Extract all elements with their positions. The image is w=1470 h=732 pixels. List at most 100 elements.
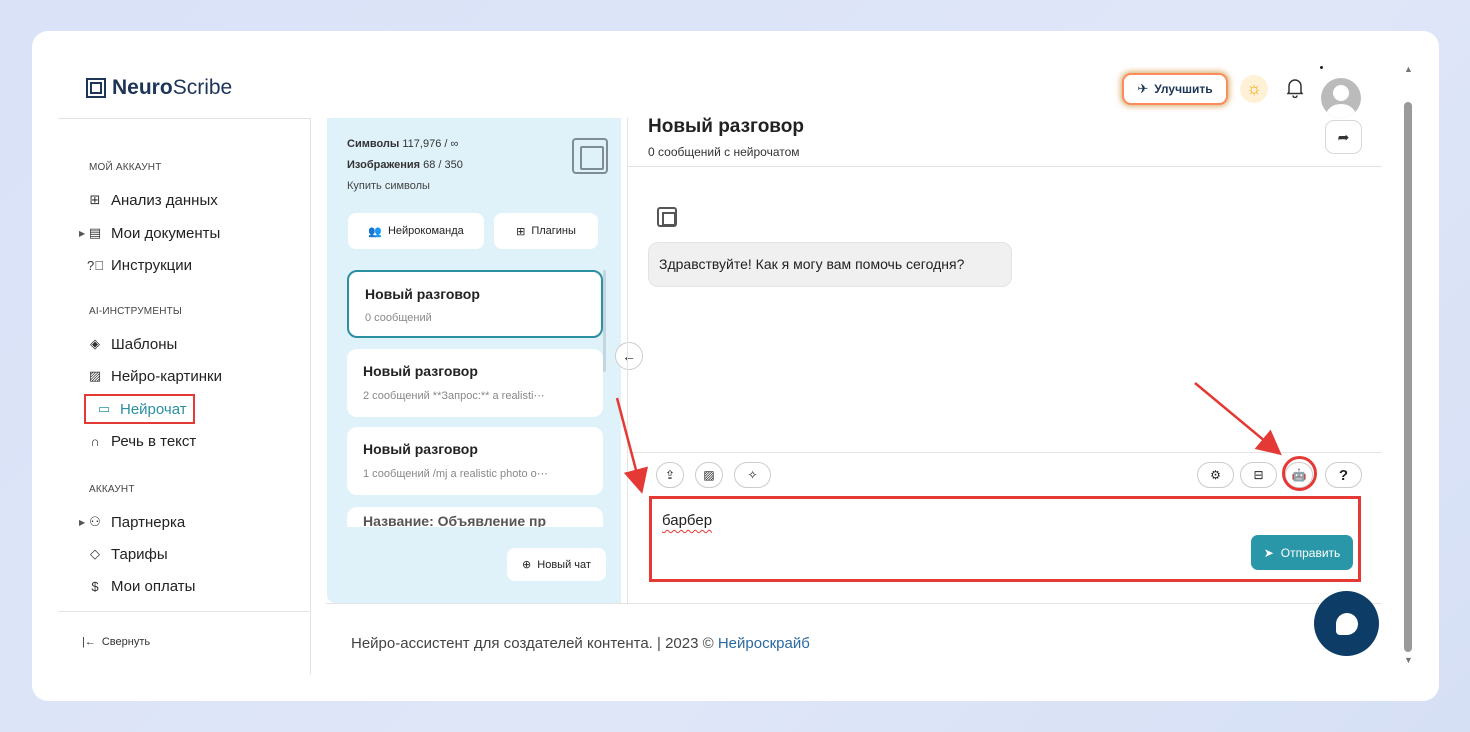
brand-name-light: Scribe: [172, 76, 233, 99]
chat-bottom-divider: [326, 603, 1382, 604]
sidebar-divider: [310, 118, 311, 674]
help-button[interactable]: ?: [1325, 462, 1362, 488]
image-upload-icon[interactable]: ▨: [695, 462, 723, 488]
help-circle-icon: ?⃝: [87, 257, 104, 273]
sidebar-item-neurochat[interactable]: ▭ Нейрочат: [84, 394, 195, 424]
symbols-label: Символы: [347, 138, 400, 150]
chat-title: Название: Объявление пр: [363, 513, 547, 527]
chat-header-title: Новый разговор: [648, 116, 804, 137]
caret-right-icon: ▶: [79, 228, 86, 238]
menu-dot: [1320, 66, 1323, 69]
collapse-sidebar-button[interactable]: |← Свернуть: [82, 636, 150, 648]
upgrade-button-label: Улучшить: [1154, 82, 1213, 96]
sidebar-item-my-documents[interactable]: ▶ ▤ Мои документы: [79, 219, 224, 247]
sidebar-item-label: Речь в текст: [111, 432, 197, 450]
collapse-panel-arrow-icon[interactable]: ←: [615, 342, 643, 370]
dollar-icon: $: [91, 578, 99, 594]
app-logo[interactable]: NeuroScribe: [86, 76, 232, 100]
template-layout-icon[interactable]: ⊟: [1240, 462, 1277, 488]
grid-icon: ⊞: [516, 225, 526, 238]
sidebar-item-label: Мои документы: [111, 224, 221, 242]
rocket-icon: ✈: [1137, 81, 1149, 96]
images-stat: Изображения 68 / 350: [347, 159, 463, 171]
upgrade-button[interactable]: ✈ Улучшить: [1122, 73, 1228, 105]
symbols-value: 117,976 / ∞: [402, 138, 459, 150]
chat-title: Новый разговор: [365, 286, 480, 302]
sidebar-item-tariffs[interactable]: ◇ Тарифы: [83, 540, 172, 568]
chat-icon: ▭: [97, 401, 111, 416]
chats-panel-scrollbar[interactable]: [603, 270, 606, 372]
collapse-left-icon: |←: [82, 636, 96, 648]
footer-text: Нейро-ассистент для создателей контента.…: [351, 635, 718, 652]
section-title-ai-tools: AI-ИНСТРУМЕНТЫ: [89, 306, 182, 317]
plugins-button[interactable]: ⊞ Плагины: [494, 213, 598, 249]
toolbar-divider: [628, 452, 1382, 453]
settings-gear-icon[interactable]: ⚙: [1197, 462, 1234, 488]
send-button[interactable]: ➤ Отправить: [1251, 535, 1353, 570]
users-icon: ⚇: [89, 514, 101, 529]
plus-circle-icon: ⊕: [522, 559, 532, 571]
sidebar-item-my-payments[interactable]: $ Мои оплаты: [83, 572, 199, 600]
plugins-button-label: Плагины: [531, 225, 576, 237]
upload-file-icon[interactable]: ⇪: [656, 462, 684, 488]
sidebar-header-divider: [58, 118, 310, 119]
scroll-down-arrow-icon[interactable]: ▼: [1404, 655, 1413, 665]
panel-logo-icon: [572, 138, 608, 174]
buy-symbols-link[interactable]: Купить символы: [347, 180, 430, 192]
chat-list-item[interactable]: Новый разговор 2 сообщений **Запрос:** a…: [347, 349, 603, 417]
sidebar-item-label: Шаблоны: [111, 335, 178, 353]
chat-header-divider: [628, 166, 1382, 167]
support-chat-fab[interactable]: [1314, 591, 1379, 656]
page-scrollbar-thumb[interactable]: [1404, 102, 1412, 652]
sidebar-item-data-analysis[interactable]: ⊞ Анализ данных: [83, 186, 222, 214]
chat-panel-divider: [627, 118, 628, 604]
send-plane-icon: ➤: [1263, 545, 1274, 560]
sidebar-bottom-divider: [58, 611, 310, 612]
sidebar-item-label: Тарифы: [111, 545, 168, 563]
chat-list-item[interactable]: Новый разговор 0 сообщений: [347, 270, 603, 338]
caret-right-icon: ▶: [79, 517, 86, 527]
sidebar-item-label: Мои оплаты: [111, 577, 196, 595]
sidebar-item-instructions[interactable]: ?⃝ Инструкции: [83, 251, 196, 279]
new-chat-button-label: Новый чат: [537, 558, 591, 571]
sidebar-item-neuro-images[interactable]: ▨ Нейро-картинки: [83, 362, 226, 390]
share-button[interactable]: ➦: [1325, 120, 1362, 154]
grid-icon: ⊞: [89, 192, 101, 207]
headphones-icon: ∩: [90, 433, 100, 449]
sidebar-item-speech-to-text[interactable]: ∩ Речь в текст: [83, 427, 200, 455]
new-chat-button[interactable]: ⊕ Новый чат: [507, 548, 606, 581]
sidebar-item-label: Нейро-картинки: [111, 367, 222, 385]
chat-title: Новый разговор: [363, 363, 478, 379]
notifications-bell-icon[interactable]: [1286, 78, 1304, 103]
symbols-stat: Символы 117,976 / ∞: [347, 138, 458, 150]
images-label: Изображения: [347, 159, 421, 171]
bot-message-bubble: Здравствуйте! Как я могу вам помочь сего…: [648, 242, 1012, 287]
users-icon: 👥: [368, 225, 382, 238]
sidebar-item-partner[interactable]: ▶ ⚇ Партнерка: [79, 508, 189, 536]
chat-meta: 2 сообщений **Запрос:** a realisti⋯: [363, 390, 545, 402]
scroll-up-arrow-icon[interactable]: ▲: [1404, 64, 1413, 74]
brand-name-bold: Neuro: [112, 76, 173, 99]
user-avatar[interactable]: [1321, 78, 1361, 118]
message-input-value: барбер: [662, 512, 713, 529]
sidebar-item-label: Нейрочат: [120, 400, 187, 418]
chat-list-item[interactable]: Новый разговор 1 сообщений /mj a realist…: [347, 427, 603, 495]
images-value: 68 / 350: [423, 159, 463, 171]
tag-icon: ◇: [90, 546, 100, 561]
magic-wand-icon[interactable]: ✧: [734, 462, 771, 488]
chat-meta: 0 сообщений: [365, 312, 432, 324]
footer: Нейро-ассистент для создателей контента.…: [351, 635, 810, 652]
theme-toggle-sun-icon[interactable]: ☼: [1240, 75, 1268, 103]
bot-avatar-icon: [657, 207, 677, 227]
collapse-label: Свернуть: [101, 636, 151, 648]
footer-link[interactable]: Нейроскрайб: [718, 635, 810, 652]
section-title-my-account: МОЙ АККАУНТ: [89, 162, 162, 173]
sidebar-item-templates[interactable]: ◈ Шаблоны: [83, 330, 181, 358]
neuroteam-button[interactable]: 👥 Нейрокоманда: [348, 213, 484, 249]
chat-header-subtitle: 0 сообщений с нейрочатом: [648, 145, 800, 159]
section-title-account: АККАУНТ: [89, 484, 135, 495]
send-button-label: Отправить: [1280, 545, 1341, 560]
chat-list-item[interactable]: Название: Объявление пр: [347, 507, 603, 527]
document-icon: ▤: [88, 225, 102, 240]
neuroteam-button-label: Нейрокоманда: [387, 225, 464, 237]
